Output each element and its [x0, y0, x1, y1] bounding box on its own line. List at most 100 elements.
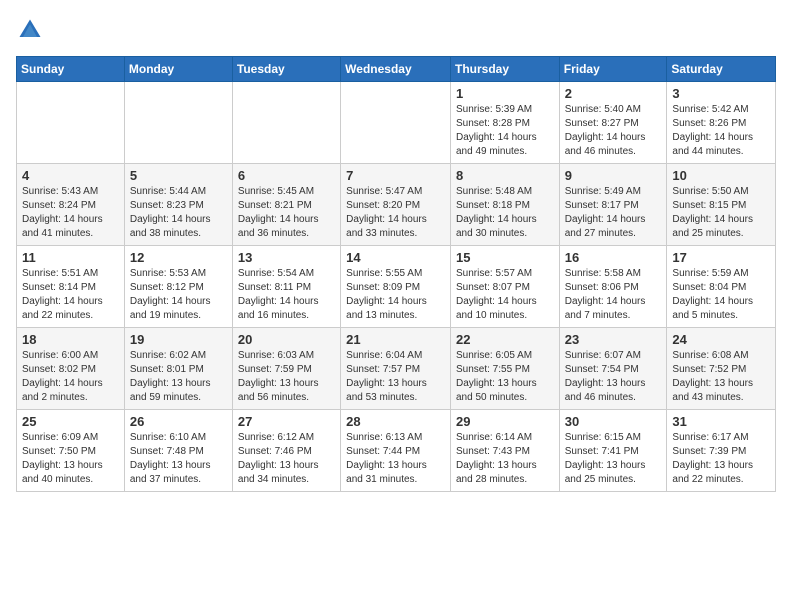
day-header-friday: Friday: [559, 57, 667, 82]
calendar-cell: 28 Sunrise: 6:13 AM Sunset: 7:44 PM Dayli…: [341, 410, 451, 492]
day-number: 18: [22, 332, 119, 347]
day-number: 10: [672, 168, 770, 183]
day-info: Sunrise: 5:50 AM Sunset: 8:15 PM Dayligh…: [672, 185, 770, 241]
calendar-cell: 7 Sunrise: 5:47 AM Sunset: 8:20 PM Daylig…: [341, 164, 451, 246]
day-info: Sunrise: 5:53 AM Sunset: 8:12 PM Dayligh…: [130, 267, 227, 323]
calendar-cell: [232, 82, 340, 164]
calendar-week-row: 1 Sunrise: 5:39 AM Sunset: 8:28 PM Daylig…: [17, 82, 776, 164]
day-info: Sunrise: 6:12 AM Sunset: 7:46 PM Dayligh…: [238, 431, 335, 487]
calendar-cell: 30Sunrise: 6:15 AM Sunset: 7:41 PM Dayli…: [559, 410, 667, 492]
day-info: Sunrise: 6:15 AM Sunset: 7:41 PM Dayligh…: [565, 431, 662, 487]
day-number: 1: [456, 86, 554, 101]
day-number: 16: [565, 250, 662, 265]
calendar-cell: 13Sunrise: 5:54 AM Sunset: 8:11 PM Dayli…: [232, 246, 340, 328]
calendar-cell: 15 Sunrise: 5:57 AM Sunset: 8:07 PM Dayli…: [450, 246, 559, 328]
calendar-cell: 20 Sunrise: 6:03 AM Sunset: 7:59 PM Dayli…: [232, 328, 340, 410]
calendar-cell: 4 Sunrise: 5:43 AM Sunset: 8:24 PM Daylig…: [17, 164, 125, 246]
calendar-cell: 18 Sunrise: 6:00 AM Sunset: 8:02 PM Dayli…: [17, 328, 125, 410]
day-number: 4: [22, 168, 119, 183]
day-number: 27: [238, 414, 335, 429]
calendar-cell: 17 Sunrise: 5:59 AM Sunset: 8:04 PM Dayli…: [667, 246, 776, 328]
day-info: Sunrise: 5:55 AM Sunset: 8:09 PM Dayligh…: [346, 267, 445, 323]
day-info: Sunrise: 6:07 AM Sunset: 7:54 PM Dayligh…: [565, 349, 662, 405]
calendar-cell: 5 Sunrise: 5:44 AM Sunset: 8:23 PM Daylig…: [124, 164, 232, 246]
day-info: Sunrise: 6:04 AM Sunset: 7:57 PM Dayligh…: [346, 349, 445, 405]
day-number: 15: [456, 250, 554, 265]
day-info: Sunrise: 5:47 AM Sunset: 8:20 PM Dayligh…: [346, 185, 445, 241]
day-number: 24: [672, 332, 770, 347]
calendar-table: SundayMondayTuesdayWednesdayThursdayFrid…: [16, 56, 776, 492]
calendar-cell: 1 Sunrise: 5:39 AM Sunset: 8:28 PM Daylig…: [450, 82, 559, 164]
day-info: Sunrise: 6:14 AM Sunset: 7:43 PM Dayligh…: [456, 431, 554, 487]
day-number: 9: [565, 168, 662, 183]
day-info: Sunrise: 6:03 AM Sunset: 7:59 PM Dayligh…: [238, 349, 335, 405]
calendar-cell: 25 Sunrise: 6:09 AM Sunset: 7:50 PM Dayli…: [17, 410, 125, 492]
day-number: 2: [565, 86, 662, 101]
day-info: Sunrise: 5:42 AM Sunset: 8:26 PM Dayligh…: [672, 103, 770, 159]
day-number: 21: [346, 332, 445, 347]
calendar-cell: 21 Sunrise: 6:04 AM Sunset: 7:57 PM Dayli…: [341, 328, 451, 410]
calendar-cell: 27 Sunrise: 6:12 AM Sunset: 7:46 PM Dayli…: [232, 410, 340, 492]
calendar-cell: 3 Sunrise: 5:42 AM Sunset: 8:26 PM Daylig…: [667, 82, 776, 164]
day-info: Sunrise: 5:43 AM Sunset: 8:24 PM Dayligh…: [22, 185, 119, 241]
day-number: 19: [130, 332, 227, 347]
day-info: Sunrise: 5:44 AM Sunset: 8:23 PM Dayligh…: [130, 185, 227, 241]
page-header: [16, 16, 776, 44]
day-number: 12: [130, 250, 227, 265]
calendar-cell: 24 Sunrise: 6:08 AM Sunset: 7:52 PM Dayli…: [667, 328, 776, 410]
day-info: Sunrise: 6:13 AM Sunset: 7:44 PM Dayligh…: [346, 431, 445, 487]
calendar-cell: 19 Sunrise: 6:02 AM Sunset: 8:01 PM Dayli…: [124, 328, 232, 410]
day-info: Sunrise: 6:09 AM Sunset: 7:50 PM Dayligh…: [22, 431, 119, 487]
calendar-cell: 10 Sunrise: 5:50 AM Sunset: 8:15 PM Dayli…: [667, 164, 776, 246]
calendar-week-row: 25 Sunrise: 6:09 AM Sunset: 7:50 PM Dayli…: [17, 410, 776, 492]
day-number: 14: [346, 250, 445, 265]
day-info: Sunrise: 5:58 AM Sunset: 8:06 PM Dayligh…: [565, 267, 662, 323]
day-info: Sunrise: 6:08 AM Sunset: 7:52 PM Dayligh…: [672, 349, 770, 405]
day-header-tuesday: Tuesday: [232, 57, 340, 82]
calendar-cell: 6 Sunrise: 5:45 AM Sunset: 8:21 PM Daylig…: [232, 164, 340, 246]
day-number: 17: [672, 250, 770, 265]
calendar-cell: 29Sunrise: 6:14 AM Sunset: 7:43 PM Dayli…: [450, 410, 559, 492]
day-header-thursday: Thursday: [450, 57, 559, 82]
calendar-cell: [341, 82, 451, 164]
calendar-cell: 2Sunrise: 5:40 AM Sunset: 8:27 PM Daylig…: [559, 82, 667, 164]
day-info: Sunrise: 5:57 AM Sunset: 8:07 PM Dayligh…: [456, 267, 554, 323]
calendar-cell: 9 Sunrise: 5:49 AM Sunset: 8:17 PM Daylig…: [559, 164, 667, 246]
day-info: Sunrise: 6:02 AM Sunset: 8:01 PM Dayligh…: [130, 349, 227, 405]
day-info: Sunrise: 5:39 AM Sunset: 8:28 PM Dayligh…: [456, 103, 554, 159]
day-info: Sunrise: 5:48 AM Sunset: 8:18 PM Dayligh…: [456, 185, 554, 241]
calendar-cell: 12 Sunrise: 5:53 AM Sunset: 8:12 PM Dayli…: [124, 246, 232, 328]
day-info: Sunrise: 5:59 AM Sunset: 8:04 PM Dayligh…: [672, 267, 770, 323]
day-number: 3: [672, 86, 770, 101]
day-header-monday: Monday: [124, 57, 232, 82]
logo: [16, 16, 48, 44]
day-number: 28: [346, 414, 445, 429]
calendar-cell: 31Sunrise: 6:17 AM Sunset: 7:39 PM Dayli…: [667, 410, 776, 492]
calendar-header-row: SundayMondayTuesdayWednesdayThursdayFrid…: [17, 57, 776, 82]
day-number: 20: [238, 332, 335, 347]
day-info: Sunrise: 5:45 AM Sunset: 8:21 PM Dayligh…: [238, 185, 335, 241]
day-info: Sunrise: 6:00 AM Sunset: 8:02 PM Dayligh…: [22, 349, 119, 405]
calendar-cell: 22 Sunrise: 6:05 AM Sunset: 7:55 PM Dayli…: [450, 328, 559, 410]
calendar-cell: 8Sunrise: 5:48 AM Sunset: 8:18 PM Daylig…: [450, 164, 559, 246]
day-info: Sunrise: 5:49 AM Sunset: 8:17 PM Dayligh…: [565, 185, 662, 241]
day-number: 26: [130, 414, 227, 429]
calendar-week-row: 4 Sunrise: 5:43 AM Sunset: 8:24 PM Daylig…: [17, 164, 776, 246]
calendar-cell: [124, 82, 232, 164]
day-number: 25: [22, 414, 119, 429]
day-info: Sunrise: 6:17 AM Sunset: 7:39 PM Dayligh…: [672, 431, 770, 487]
day-header-sunday: Sunday: [17, 57, 125, 82]
day-number: 23: [565, 332, 662, 347]
day-number: 5: [130, 168, 227, 183]
day-number: 22: [456, 332, 554, 347]
day-header-saturday: Saturday: [667, 57, 776, 82]
calendar-cell: 26Sunrise: 6:10 AM Sunset: 7:48 PM Dayli…: [124, 410, 232, 492]
calendar-cell: 23 Sunrise: 6:07 AM Sunset: 7:54 PM Dayli…: [559, 328, 667, 410]
day-number: 7: [346, 168, 445, 183]
calendar-cell: [17, 82, 125, 164]
day-info: Sunrise: 6:05 AM Sunset: 7:55 PM Dayligh…: [456, 349, 554, 405]
day-number: 6: [238, 168, 335, 183]
day-number: 13: [238, 250, 335, 265]
calendar-cell: 11Sunrise: 5:51 AM Sunset: 8:14 PM Dayli…: [17, 246, 125, 328]
day-number: 11: [22, 250, 119, 265]
